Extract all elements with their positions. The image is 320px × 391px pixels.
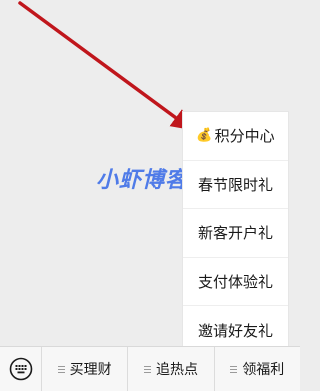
menu-lines-icon: [143, 364, 151, 375]
tab-label: 领福利: [242, 362, 285, 378]
menu-item-label: 邀请好友礼: [197, 322, 273, 341]
chat-screen: 小虾博客 💰 积分中心 春节限时礼 新客开户礼 支付体验礼 邀请好友礼 买理财 …: [0, 0, 300, 391]
menu-item-label: 春节限时礼: [197, 175, 273, 194]
money-bag-icon: 💰: [196, 128, 213, 144]
menu-item-payment-trial-gift[interactable]: 支付体验礼: [183, 258, 288, 307]
menu-lines-icon: [230, 364, 238, 375]
tab-hot-topics[interactable]: 追热点: [128, 347, 215, 391]
popup-menu: 💰 积分中心 春节限时礼 新客开户礼 支付体验礼 邀请好友礼: [182, 111, 289, 354]
keyboard-icon: [9, 357, 32, 381]
menu-item-new-account-gift[interactable]: 新客开户礼: [183, 209, 288, 258]
tab-buy-wealth[interactable]: 买理财: [42, 347, 129, 391]
menu-item-label: 新客开户礼: [197, 224, 273, 243]
menu-item-label: 支付体验礼: [197, 273, 273, 292]
menu-lines-icon: [57, 364, 65, 375]
menu-item-label: 积分中心: [214, 127, 275, 146]
tab-get-benefits[interactable]: 领福利: [215, 347, 300, 391]
menu-item-spring-festival-gift[interactable]: 春节限时礼: [183, 161, 288, 210]
tab-label: 追热点: [155, 362, 198, 378]
keyboard-toggle-button[interactable]: [0, 347, 42, 391]
menu-item-points-center[interactable]: 💰 积分中心: [183, 112, 288, 161]
bottom-menu-bar: 买理财 追热点 领福利: [0, 346, 300, 391]
watermark: 小虾博客: [96, 168, 189, 193]
tab-label: 买理财: [69, 362, 112, 378]
